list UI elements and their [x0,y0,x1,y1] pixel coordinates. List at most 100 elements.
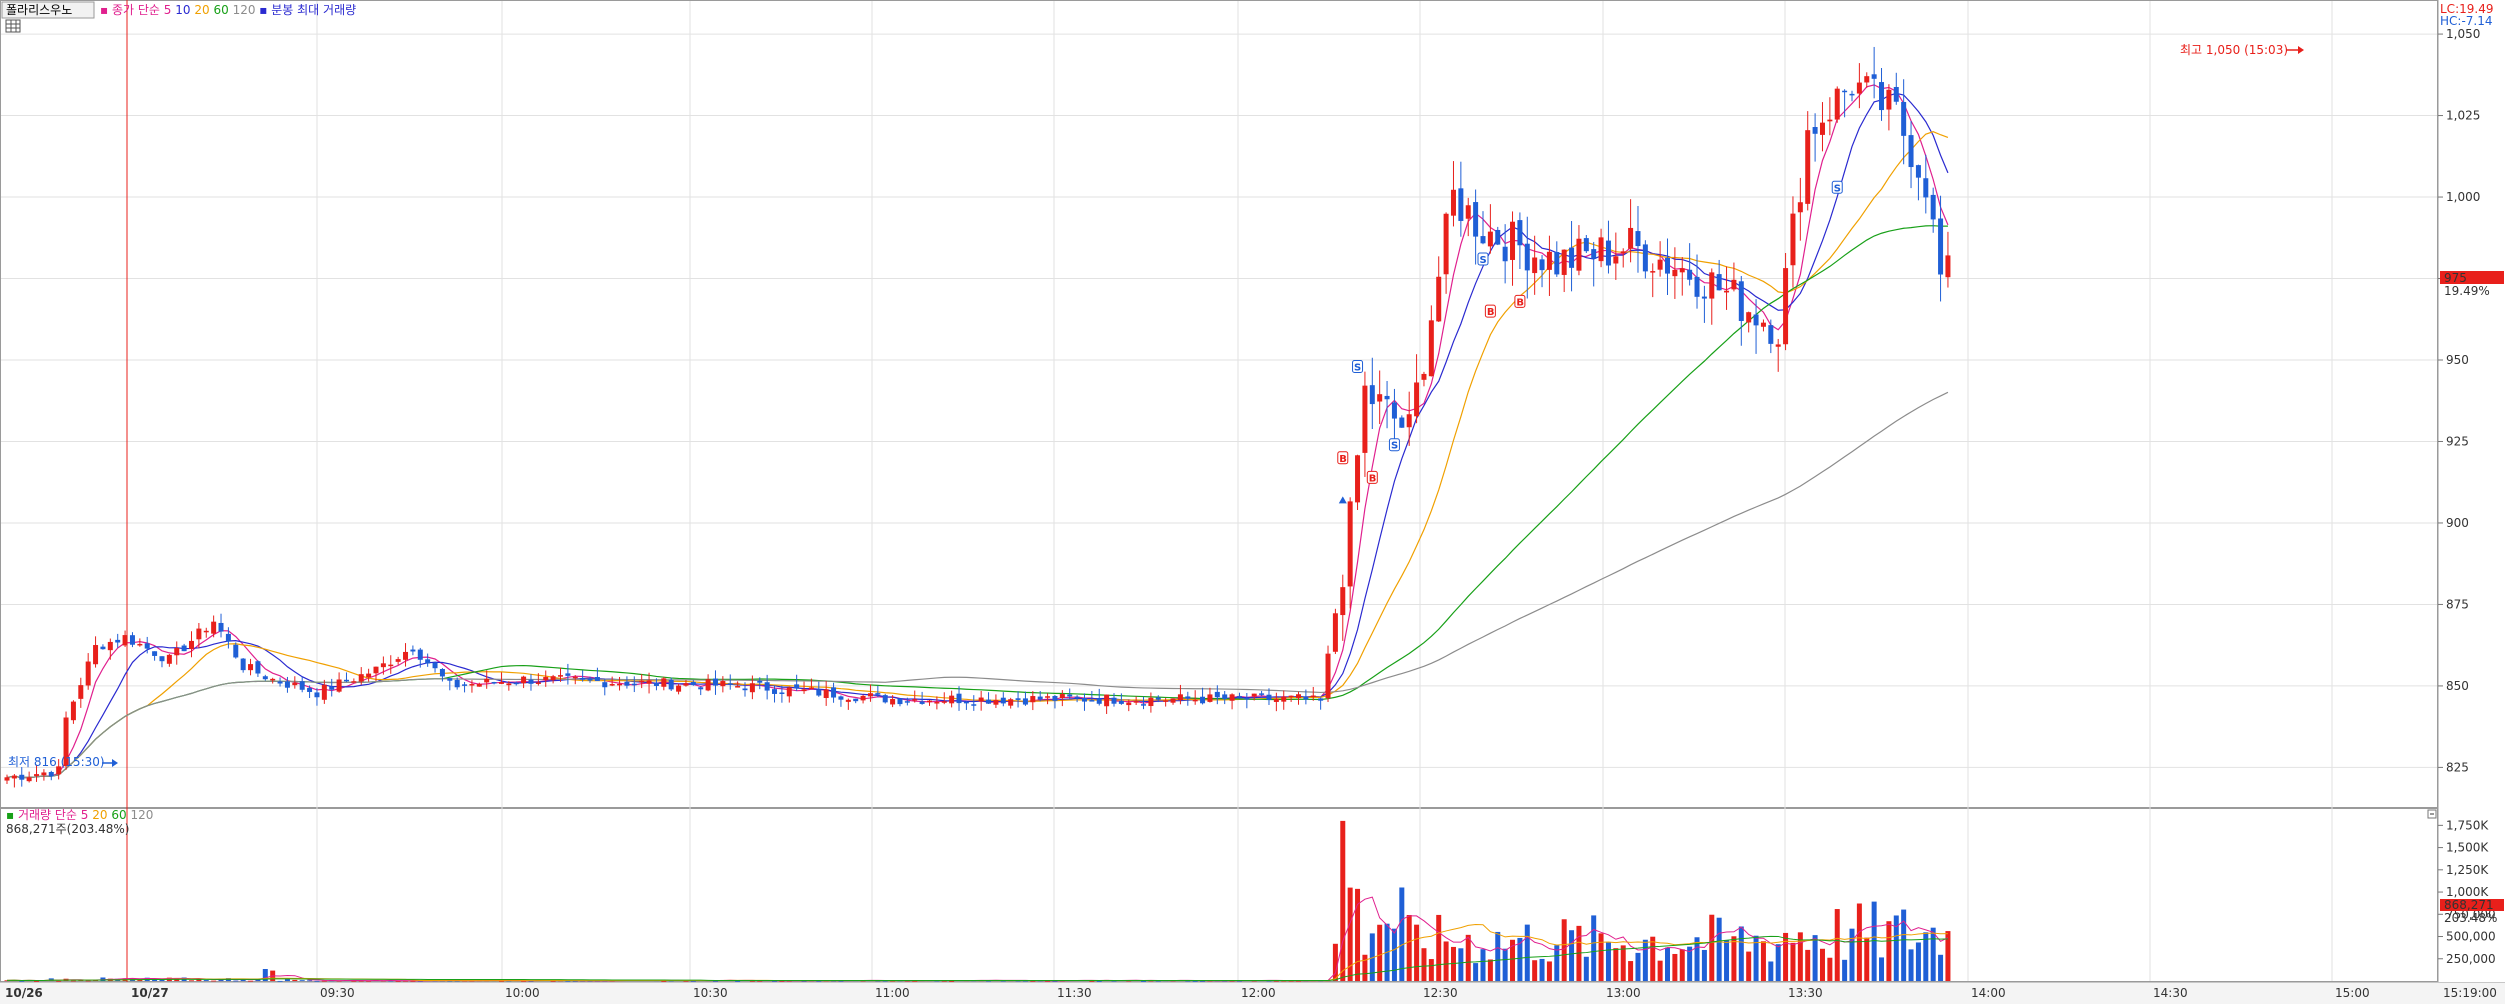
volume-bar [1192,980,1198,982]
candle-body [587,679,593,681]
candle-body [314,692,320,698]
volume-bar [1716,917,1722,981]
svg-text:S: S [1354,363,1361,374]
volume-bar [1768,961,1774,981]
candle-body [1517,220,1523,246]
candle-body [1236,696,1242,698]
price-tick: 850 [2446,679,2469,693]
candle-body [491,682,497,684]
candle-body [292,682,298,686]
candle-body [1377,394,1383,402]
volume-bar [189,980,194,982]
volume-bar [1591,915,1597,981]
candle-body [1805,130,1811,204]
candle-body [93,645,99,665]
candle-body [70,701,76,721]
candle-body [1923,178,1929,198]
volume-bar [1842,959,1848,981]
candle-body [1450,189,1456,216]
candle-body [838,696,844,700]
candle-body [808,687,814,690]
volume-bar [299,980,305,981]
volume-bar [1856,903,1862,981]
volume-bar [1915,942,1921,981]
candle-body [388,664,394,667]
candle-body [159,656,165,662]
time-label: 12:00 [1241,986,1276,1000]
candle-body [794,684,800,689]
candle-body [1598,237,1604,262]
candle-body [816,689,822,696]
candle-body [1473,202,1479,237]
volume-bar [1620,945,1626,981]
candle-body [476,684,482,687]
candle-body [1089,700,1095,702]
volume-bar [277,980,283,982]
candle-body [1650,271,1656,273]
volume-bar [1362,954,1368,981]
candle-body [107,641,113,651]
price-tick: 1,050 [2446,27,2480,41]
volume-bar [1879,957,1885,981]
candle-body [181,645,187,652]
time-label: 10/26 [5,986,43,1000]
candle-body [1406,414,1412,428]
candle-body [698,687,704,690]
volume-legend: ▪ 거래량 단순 5 20 60 120 [6,808,153,822]
panel-collapse-icon[interactable] [2427,809,2437,819]
candle-body [78,685,84,699]
stock-chart[interactable]: B S B S S B B S 폴라리스우노 ▪ 종가 단순 5 10 20 60 120 ▪… [0,0,2505,1004]
candle-body [978,697,984,702]
candle-body [1163,700,1169,702]
candle-body [1332,613,1338,652]
candle-body [484,678,490,683]
buy-signal-icon: B [1337,451,1349,465]
candle-body [1362,385,1368,453]
volume-bar [1731,936,1737,981]
candle-body [1185,696,1191,699]
candle-body [403,651,409,660]
candle-body [558,675,563,677]
candle-body [498,682,504,684]
volume-bar [1628,961,1634,981]
candle-body [41,772,47,776]
candle-body [1421,373,1427,380]
volume-bar [1665,947,1670,981]
candle-body [897,698,903,705]
candle-body [85,661,91,686]
svg-text:S: S [1391,441,1398,452]
candle-body [853,698,859,702]
candle-body [801,689,807,692]
candle-body [1155,697,1161,700]
grid-table-icon[interactable] [5,19,21,33]
candle-body [683,683,689,686]
candle-body [506,683,512,686]
time-label: 11:30 [1057,986,1092,1000]
volume-bar [1650,936,1656,981]
volume-bar [1399,887,1405,981]
current-price-label: 975 [2444,271,2467,285]
candle-body [1347,501,1353,587]
price-tick: 950 [2446,353,2469,367]
volume-bar [661,980,667,982]
svg-text:B: B [1339,454,1347,465]
time-label: 14:00 [1971,986,2006,1000]
candle-body [609,684,615,686]
candle-body [919,701,925,704]
candle-body [986,699,992,704]
candle-body [432,662,438,669]
candle-body [248,664,254,671]
candle-body [380,663,386,668]
volume-panel [0,808,2438,982]
volume-bar [1421,948,1427,981]
candle-body [34,774,40,776]
candle-body [196,628,202,640]
candle-body [1871,74,1877,79]
candle-body [1355,455,1361,503]
candle-body [1037,696,1043,700]
candle-body [1635,231,1641,247]
candle-body [1886,89,1892,110]
candle-body [1819,122,1825,135]
volume-bar [1760,941,1766,981]
candle-body [270,678,276,681]
